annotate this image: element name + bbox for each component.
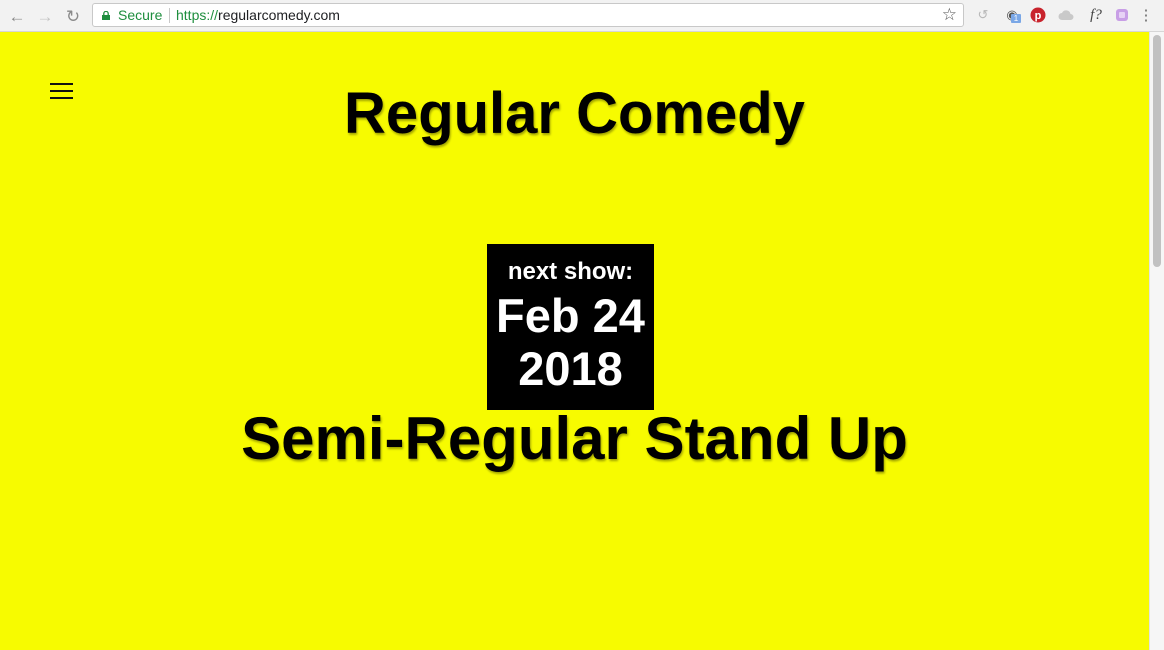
vertical-scrollbar[interactable] — [1149, 32, 1164, 650]
site-title[interactable]: Regular Comedy — [0, 80, 1149, 147]
show-date: Feb 24 — [496, 289, 645, 342]
scrollbar-thumb[interactable] — [1153, 35, 1161, 267]
secure-label: Secure — [118, 7, 163, 23]
browser-toolbar: ← → ↻ Secure https://regularcomedy.com ☆… — [0, 0, 1164, 32]
extension-refresh-icon[interactable]: ↺ — [974, 6, 992, 24]
lock-icon — [102, 11, 110, 20]
page-viewport: Regular Comedy next show: Feb 24 2018 Se… — [0, 32, 1149, 650]
extension-purple-icon[interactable] — [1113, 6, 1131, 24]
url-text[interactable]: https://regularcomedy.com — [176, 7, 340, 23]
show-year: 2018 — [518, 342, 623, 395]
pinterest-icon[interactable]: p — [1029, 6, 1047, 24]
address-bar[interactable]: Secure https://regularcomedy.com ☆ — [92, 3, 964, 27]
extension-badge: 1 — [1011, 14, 1021, 23]
show-title[interactable]: Semi-Regular Stand Up — [0, 404, 1149, 473]
back-arrow-icon[interactable]: ← — [7, 6, 27, 26]
reload-icon[interactable]: ↻ — [63, 6, 83, 26]
bookmark-star-icon[interactable]: ☆ — [942, 5, 957, 25]
menu-dots-icon[interactable]: ⋮ — [1137, 6, 1155, 24]
cloud-icon[interactable] — [1057, 6, 1075, 24]
url-host: regularcomedy.com — [218, 7, 340, 23]
forward-arrow-icon[interactable]: → — [35, 6, 55, 26]
omnibox-divider — [169, 8, 170, 23]
font-finder-icon[interactable]: f? — [1085, 6, 1107, 24]
next-show-box: next show: Feb 24 2018 — [487, 244, 654, 410]
url-scheme: https:// — [176, 7, 219, 23]
svg-text:p: p — [1035, 10, 1042, 22]
next-show-label: next show: — [507, 258, 634, 285]
